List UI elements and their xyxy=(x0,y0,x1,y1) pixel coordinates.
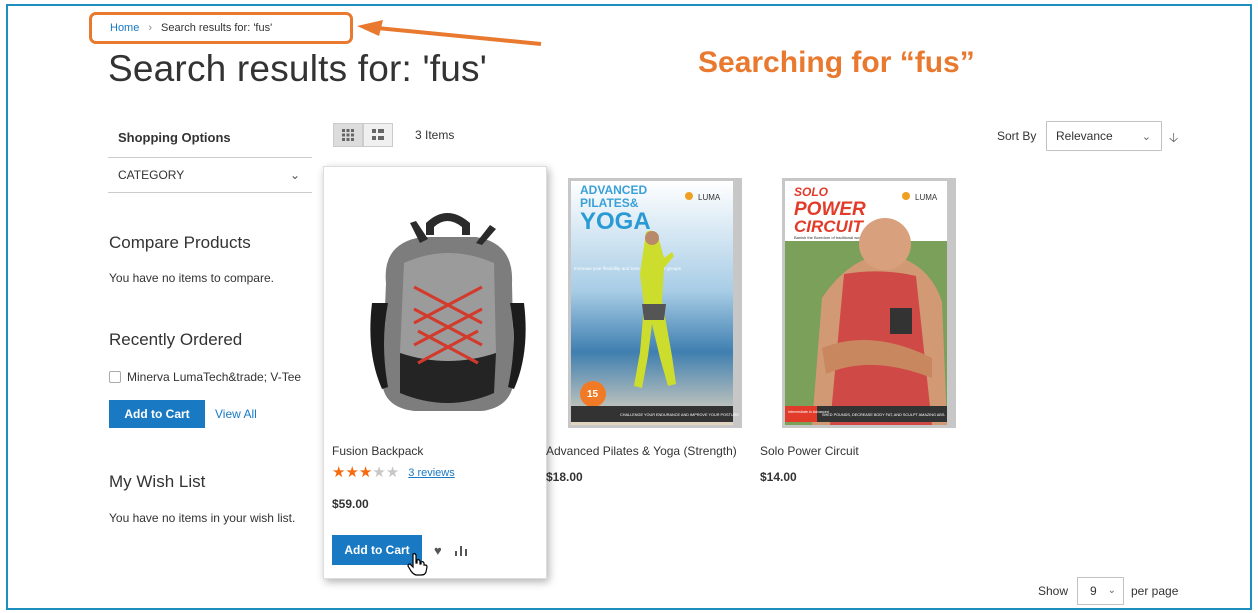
show-label: Show xyxy=(1038,584,1069,598)
view-mode-switcher xyxy=(333,123,393,147)
breadcrumb: Home › Search results for: 'fus' xyxy=(110,22,272,34)
category-filter[interactable]: CATEGORY ⌄ xyxy=(108,158,312,193)
breadcrumb-home-link[interactable]: Home xyxy=(110,22,139,34)
backpack-image[interactable] xyxy=(352,203,542,429)
sort-by-value: Relevance xyxy=(1056,129,1113,143)
product-price: $59.00 xyxy=(332,497,369,511)
grid-view-icon xyxy=(342,129,354,141)
cover-footer: SHED POUNDS, DECREASE BODY FAT, AND SCUL… xyxy=(822,413,945,417)
compare-empty-text: You have no items to compare. xyxy=(109,271,274,285)
sort-by-label: Sort By xyxy=(997,129,1037,143)
star-icon: ★ xyxy=(358,464,373,481)
wishlist-empty-text: You have no items in your wish list. xyxy=(109,511,296,525)
reviews-link[interactable]: 3 reviews xyxy=(408,467,454,479)
product-name[interactable]: Advanced Pilates & Yoga (Strength) xyxy=(546,444,737,458)
hand-cursor-icon xyxy=(407,553,428,576)
limiter-select[interactable]: 9 ⌄ xyxy=(1077,577,1124,605)
cover-badge: 15 xyxy=(587,389,599,400)
breadcrumb-current: Search results for: 'fus' xyxy=(161,22,273,34)
recent-item-checkbox[interactable] xyxy=(109,371,121,383)
cover-title-line3: YOGA xyxy=(580,208,651,235)
chevron-down-icon: ⌄ xyxy=(1107,585,1116,596)
cover-brand: LUMA xyxy=(915,193,938,202)
list-view-button[interactable] xyxy=(363,123,393,147)
product-rating: ★ ★ ★ ★ ★ 3 reviews xyxy=(332,465,455,480)
page-title: Search results for: 'fus' xyxy=(108,48,487,89)
category-label: CATEGORY xyxy=(118,168,185,182)
star-icon: ★ xyxy=(332,464,346,481)
annotation-text: Searching for “fus” xyxy=(698,46,975,79)
chevron-down-icon: ⌄ xyxy=(1141,131,1151,143)
arrow-icon xyxy=(357,20,542,46)
list-view-icon xyxy=(372,129,384,140)
solo-power-circuit-cover-image[interactable]: SOLO POWER CIRCUIT Banish the Boredom of… xyxy=(782,178,956,428)
chevron-down-icon: ⌄ xyxy=(289,168,300,182)
per-page-label: per page xyxy=(1131,584,1179,598)
view-all-link[interactable]: View All xyxy=(215,407,257,421)
shopping-options-title: Shopping Options xyxy=(108,120,312,158)
cover-blurb: Banish the Boredom of traditional workou… xyxy=(794,235,870,240)
product-name[interactable]: Fusion Backpack xyxy=(332,444,423,458)
grid-view-button[interactable] xyxy=(333,123,363,147)
star-icon: ★ xyxy=(372,464,386,481)
heart-icon[interactable]: ♥ xyxy=(434,543,442,558)
breadcrumb-separator: › xyxy=(148,22,153,34)
cover-title-line1: ADVANCED xyxy=(580,183,647,197)
limiter-value: 9 xyxy=(1090,584,1097,598)
recent-item: Minerva LumaTech&trade; V-Tee xyxy=(109,370,301,384)
sort-arrow-icon[interactable]: 🡣 xyxy=(1169,129,1178,151)
cover-title-line3: CIRCUIT xyxy=(794,217,865,236)
pilates-yoga-cover-image[interactable]: ADVANCED PILATES& YOGA LUMA Increase you… xyxy=(568,178,742,428)
sidebar: Shopping Options CATEGORY ⌄ xyxy=(108,120,312,193)
compare-icon[interactable] xyxy=(454,544,468,556)
product-price: $14.00 xyxy=(760,470,797,484)
cover-footer: CHALLENGE YOUR ENDURANCE AND IMPROVE YOU… xyxy=(620,413,740,417)
product-actions: Add to Cart ♥ xyxy=(332,535,468,565)
star-list: ★ ★ ★ ★ ★ xyxy=(332,465,399,480)
recent-item-label: Minerva LumaTech&trade; V-Tee xyxy=(127,370,302,384)
product-price: $18.00 xyxy=(546,470,583,484)
star-icon: ★ xyxy=(385,464,400,481)
compare-products-title: Compare Products xyxy=(109,233,251,252)
product-name[interactable]: Solo Power Circuit xyxy=(760,444,859,458)
recently-ordered-title: Recently Ordered xyxy=(109,330,243,349)
cover-brand: LUMA xyxy=(698,193,721,202)
star-icon: ★ xyxy=(345,464,359,481)
sort-by-select[interactable]: Relevance ⌄ xyxy=(1046,121,1162,151)
sidebar-add-to-cart-button[interactable]: Add to Cart xyxy=(109,400,205,428)
items-count: 3 Items xyxy=(415,128,455,142)
cover-title-line1: SOLO xyxy=(794,185,829,199)
wishlist-title: My Wish List xyxy=(109,472,206,491)
cover-blurb: Increase your flexibility and tone core … xyxy=(574,266,682,271)
